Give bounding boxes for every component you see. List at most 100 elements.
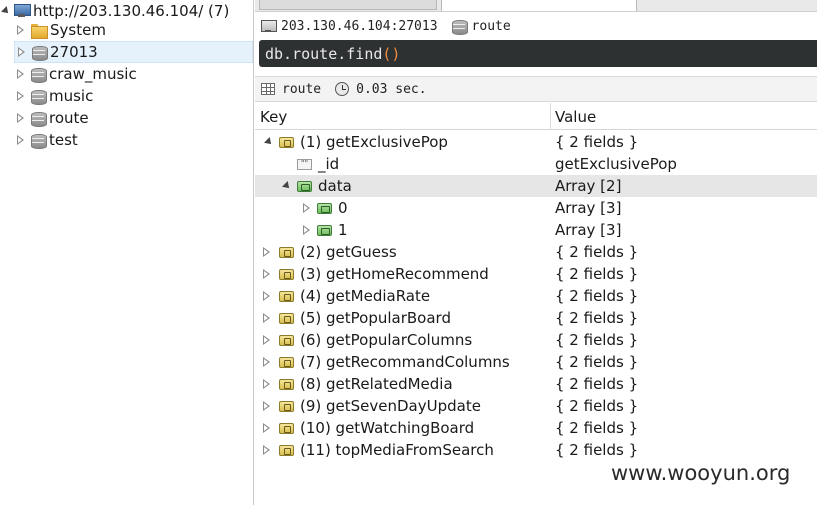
tree-item-27013[interactable]: 27013 [14, 41, 253, 63]
connection-database: route [471, 18, 511, 34]
row-key: _id [318, 155, 340, 173]
row-key: (4) getMediaRate [300, 287, 431, 305]
result-info-bar: route 0.03 sec. [255, 76, 817, 102]
collapse-arrow-icon[interactable] [264, 137, 274, 147]
expand-arrow-icon[interactable] [1, 6, 11, 16]
tree-item-test[interactable]: test [17, 129, 78, 151]
document-icon [279, 268, 294, 280]
tab-active[interactable] [441, 0, 637, 11]
table-row[interactable]: (9) getSevenDayUpdate { 2 fields } [255, 395, 817, 417]
expand-arrow-icon[interactable] [263, 335, 271, 345]
expand-arrow-icon[interactable] [17, 113, 25, 123]
expand-arrow-icon[interactable] [17, 135, 25, 145]
table-row[interactable]: (6) getPopularColumns { 2 fields } [255, 329, 817, 351]
tree-item-system[interactable]: System [17, 19, 106, 41]
row-value: { 2 fields } [555, 419, 639, 437]
expand-arrow-icon[interactable] [17, 25, 25, 35]
row-value: { 2 fields } [555, 397, 639, 415]
document-icon [279, 334, 294, 346]
table-row[interactable]: (8) getRelatedMedia { 2 fields } [255, 373, 817, 395]
clock-icon [335, 82, 350, 96]
connection-info-bar: 203.130.46.104:27013 route [255, 12, 817, 40]
table-row[interactable]: (7) getRecommandColumns { 2 fields } [255, 351, 817, 373]
tree-item-route[interactable]: route [17, 107, 89, 129]
expand-arrow-icon[interactable] [263, 269, 271, 279]
expand-arrow-icon[interactable] [263, 247, 271, 257]
tab-inactive[interactable] [259, 0, 437, 10]
expand-arrow-icon[interactable] [263, 379, 271, 389]
row-value: getExclusivePop [555, 155, 677, 173]
database-icon [451, 19, 468, 35]
database-icon [31, 111, 47, 127]
expand-arrow-icon[interactable] [18, 47, 26, 57]
document-icon [279, 312, 294, 324]
connection-host: 203.130.46.104:27013 [281, 18, 438, 34]
table-row[interactable]: (2) getGuess { 2 fields } [255, 241, 817, 263]
document-icon [279, 444, 294, 456]
table-row[interactable]: data Array [2] [255, 175, 817, 197]
row-key: (1) getExclusivePop [300, 133, 448, 151]
row-value: Array [3] [555, 199, 622, 217]
row-value: { 2 fields } [555, 133, 639, 151]
array-icon [297, 180, 312, 192]
expand-arrow-icon[interactable] [303, 203, 311, 213]
expand-arrow-icon[interactable] [263, 423, 271, 433]
tree-item-label: 27013 [50, 43, 98, 61]
row-value: { 2 fields } [555, 309, 639, 327]
table-row[interactable]: 0 Array [3] [255, 197, 817, 219]
row-value: { 2 fields } [555, 441, 639, 459]
collapse-arrow-icon[interactable] [282, 181, 292, 191]
column-header-key[interactable]: Key [260, 103, 550, 130]
row-value: Array [2] [555, 177, 622, 195]
table-row[interactable]: "" _id getExclusivePop [255, 153, 817, 175]
expand-arrow-icon[interactable] [263, 291, 271, 301]
tree-item-label: System [50, 21, 106, 39]
document-icon [279, 246, 294, 258]
document-icon [279, 356, 294, 368]
tree-item-craw-music[interactable]: craw_music [17, 63, 137, 85]
expand-arrow-icon[interactable] [263, 313, 271, 323]
table-row[interactable]: (10) getWatchingBoard { 2 fields } [255, 417, 817, 439]
expand-arrow-icon[interactable] [263, 445, 271, 455]
document-icon [279, 378, 294, 390]
column-divider[interactable] [550, 103, 551, 130]
result-collection: route [282, 81, 322, 97]
table-row[interactable]: (1) getExclusivePop { 2 fields } [255, 131, 817, 153]
tree-item-music[interactable]: music [17, 85, 93, 107]
row-key: (3) getHomeRecommend [300, 265, 489, 283]
watermark-text: www.wooyun.org [611, 461, 791, 485]
server-label: http://203.130.46.104/ (7) [33, 2, 230, 20]
row-key: (7) getRecommandColumns [300, 353, 510, 371]
database-tree: http://203.130.46.104/ (7) System 27013 … [0, 0, 254, 505]
table-row[interactable]: (4) getMediaRate { 2 fields } [255, 285, 817, 307]
row-key: (9) getSevenDayUpdate [300, 397, 481, 415]
row-value: { 2 fields } [555, 287, 639, 305]
table-row[interactable]: (5) getPopularBoard { 2 fields } [255, 307, 817, 329]
row-key: (6) getPopularColumns [300, 331, 473, 349]
row-key: (5) getPopularBoard [300, 309, 451, 327]
table-row[interactable]: 1 Array [3] [255, 219, 817, 241]
row-value: { 2 fields } [555, 243, 639, 261]
expand-arrow-icon[interactable] [303, 225, 311, 235]
array-icon [317, 202, 332, 214]
database-icon [31, 133, 47, 149]
query-editor[interactable]: db.route.find() [259, 40, 817, 67]
expand-arrow-icon[interactable] [263, 401, 271, 411]
column-header-value[interactable]: Value [555, 103, 596, 130]
row-key: data [318, 177, 352, 195]
table-row[interactable]: (11) topMediaFromSearch { 2 fields } [255, 439, 817, 461]
expand-arrow-icon[interactable] [263, 357, 271, 367]
tree-item-label: music [49, 87, 94, 105]
tree-item-label: test [49, 131, 78, 149]
database-icon [32, 45, 48, 61]
string-field-icon: "" [297, 158, 312, 170]
expand-arrow-icon[interactable] [17, 69, 25, 79]
document-icon [279, 136, 294, 148]
row-key: 1 [338, 221, 348, 239]
table-row[interactable]: (3) getHomeRecommend { 2 fields } [255, 263, 817, 285]
row-value: { 2 fields } [555, 331, 639, 349]
row-key: (11) topMediaFromSearch [300, 441, 494, 459]
row-value: { 2 fields } [555, 265, 639, 283]
expand-arrow-icon[interactable] [17, 91, 25, 101]
document-icon [279, 422, 294, 434]
